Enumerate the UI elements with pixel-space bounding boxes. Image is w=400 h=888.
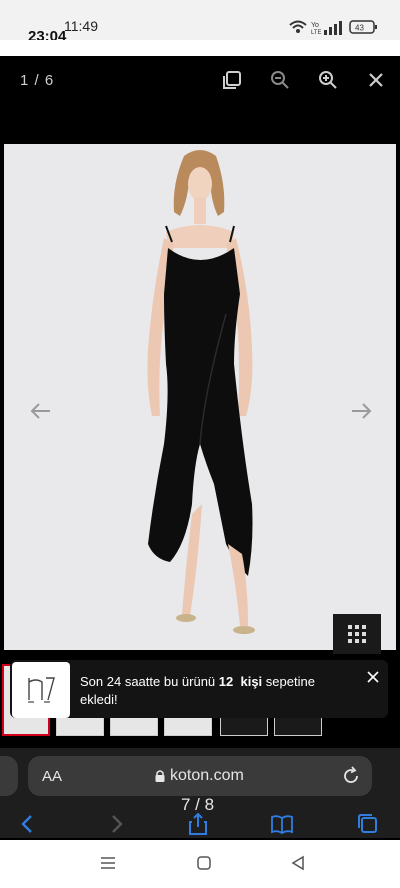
zoom-in-icon[interactable]	[316, 68, 340, 92]
toast-close-icon[interactable]	[364, 668, 382, 686]
image-counter: 1 / 6	[20, 72, 55, 89]
battery-icon: 43	[349, 20, 377, 34]
grid-icon	[348, 625, 366, 643]
cart-activity-icon	[12, 662, 70, 718]
system-back-icon[interactable]	[290, 855, 306, 871]
home-icon[interactable]	[196, 855, 212, 871]
next-image-arrow[interactable]	[348, 398, 374, 424]
svg-text:LTE: LTE	[311, 30, 322, 36]
toast-message: Son 24 saatte bu ürünü 12 kişi sepetine …	[80, 674, 315, 707]
network-label: Yo	[311, 22, 319, 29]
forward-icon[interactable]	[104, 812, 128, 836]
reload-icon[interactable]	[341, 766, 361, 786]
tabs-icon[interactable]	[356, 812, 380, 836]
url-text[interactable]: koton.com	[170, 767, 244, 785]
copy-icon[interactable]	[220, 68, 244, 92]
bookmarks-icon[interactable]	[270, 812, 294, 836]
grid-view-button[interactable]	[333, 614, 381, 654]
previous-tab-pill[interactable]	[0, 756, 18, 796]
share-icon[interactable]	[186, 812, 210, 836]
status-icons: Yo LTE 43	[288, 18, 388, 38]
lock-icon	[154, 769, 166, 783]
prev-image-arrow[interactable]	[28, 398, 54, 424]
svg-text:43: 43	[355, 24, 364, 33]
close-icon[interactable]	[364, 68, 388, 92]
menu-icon[interactable]	[100, 855, 116, 871]
back-icon[interactable]	[16, 812, 40, 836]
reader-settings-button[interactable]: AA	[42, 768, 62, 785]
signal-icon	[324, 21, 342, 35]
outer-clock: 11:49	[64, 18, 98, 34]
status-separator	[0, 40, 400, 56]
product-photo	[4, 144, 396, 650]
wifi-icon	[289, 20, 307, 33]
zoom-out-icon[interactable]	[268, 68, 292, 92]
